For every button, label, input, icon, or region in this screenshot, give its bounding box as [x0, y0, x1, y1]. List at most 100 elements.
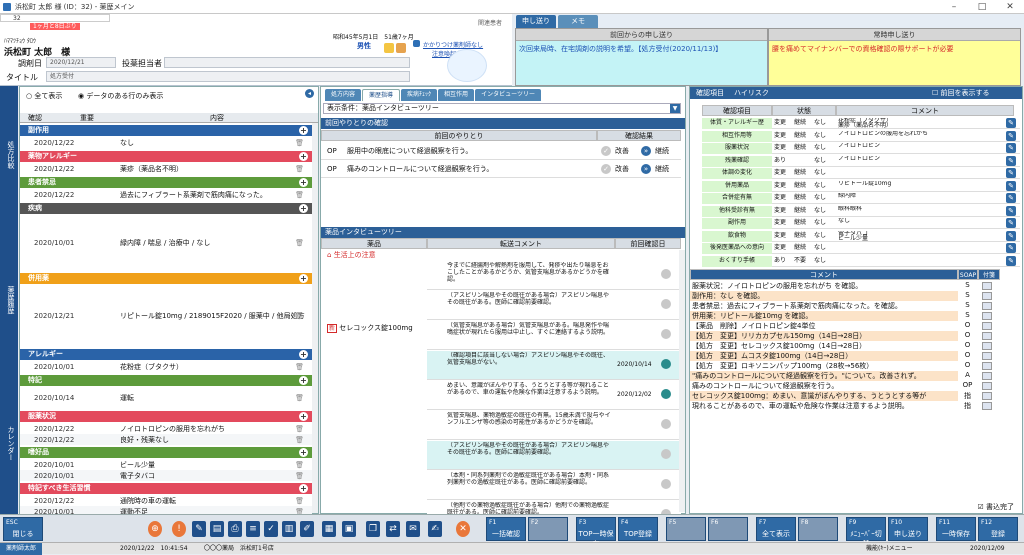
chart-icon[interactable]: ▥	[282, 521, 296, 537]
trash-icon[interactable]: 🗑	[295, 311, 304, 321]
soap-tag[interactable]: A	[961, 371, 974, 379]
check-row[interactable]: 他科受診有無 変更 継続 なし 眼科眼科 ✎	[702, 205, 1020, 217]
tab-handover[interactable]: 申し送り	[516, 15, 556, 28]
note-icon[interactable]: ✉	[406, 521, 420, 537]
soap-tag[interactable]: O	[961, 341, 974, 349]
pencil-icon[interactable]: ✎	[1006, 143, 1016, 153]
tab-interaction[interactable]: 相互作用	[438, 89, 475, 101]
check-status[interactable]: 継続	[794, 143, 806, 153]
sidenav-history[interactable]: 薬歴履歴	[2, 286, 16, 314]
add-icon[interactable]: +	[299, 412, 308, 421]
minimize-icon[interactable]: –	[940, 2, 968, 12]
tag-checkbox[interactable]	[982, 302, 992, 310]
check-status[interactable]: あり	[774, 156, 786, 166]
title-field[interactable]: 処方受付	[46, 71, 410, 82]
doc-icon[interactable]: ▤	[210, 521, 224, 537]
table-row[interactable]: 2020/12/22 通院時の車の運転 🗑	[20, 495, 312, 506]
left-scrollbar[interactable]	[312, 123, 318, 513]
target-icon[interactable]: ⊕	[148, 521, 162, 537]
comment-row[interactable]: 副作用：なし を確認。	[690, 291, 958, 301]
check-row[interactable]: 体調の変化 変更 継続 なし ✎	[702, 167, 1020, 179]
soap-tag[interactable]: S	[961, 281, 974, 289]
table-row[interactable]: 2020/12/22 ノイロトロピンの服用を忘れがち 🗑	[20, 423, 312, 434]
add-icon[interactable]: +	[299, 204, 308, 213]
check-status[interactable]: 不要	[794, 256, 806, 266]
trash-icon[interactable]: 🗑	[295, 424, 304, 434]
display-condition-select[interactable]: 表示条件：薬品インタビューツリー ▼	[323, 103, 681, 114]
check-status[interactable]: 継続	[794, 118, 806, 128]
pencil-icon[interactable]: ✎	[1006, 218, 1016, 228]
sidenav-calendar[interactable]: カレンダー	[2, 426, 16, 461]
check-status[interactable]: なし	[814, 193, 826, 203]
table-row[interactable]: 2020/12/22 なし 🗑	[20, 137, 312, 149]
pencil-icon[interactable]: ✎	[1006, 243, 1016, 253]
comment-row[interactable]: 【処方 変更】ムコスタ錠100mg（14日→28日）	[690, 351, 958, 361]
calendar-icon[interactable]: ▦	[322, 521, 336, 537]
check-status[interactable]: 継続	[794, 243, 806, 253]
check-row[interactable]: 飲食物 変更 継続 なし 電子タバコ ビール少量 ✎	[702, 230, 1020, 242]
comment-row[interactable]: 患者禁忌：過去にフィブラート系薬剤で筋肉痛になった。を確認。	[690, 301, 958, 311]
pencil-icon[interactable]: ✎	[1006, 180, 1016, 191]
check-row[interactable]: 服薬状況 変更 継続 なし ノイロトロピン ✎	[702, 142, 1020, 154]
add-icon[interactable]: +	[299, 376, 308, 385]
card-icon[interactable]	[384, 43, 394, 53]
check-circle-icon[interactable]	[661, 449, 671, 459]
check-status[interactable]: なし	[814, 256, 826, 266]
soap-tag[interactable]: 指	[961, 391, 974, 401]
fkey-f9[interactable]: F9ﾒﾆｭｰﾊﾞｰ切替	[846, 517, 886, 548]
trash-icon[interactable]: 🗑	[295, 190, 304, 200]
trash-icon[interactable]: 🗑	[295, 362, 304, 372]
table-row[interactable]: 2020/10/01 花粉症（ブタクサ） 🗑	[20, 361, 312, 373]
tree-item[interactable]: （アスピリン喘息やその既往がある場合）アスピリン喘息やその既往がある。医師に確認…	[427, 441, 681, 470]
tab-memo[interactable]: メモ	[558, 15, 598, 28]
family-pharmacist-link[interactable]: かかりつけ薬剤師なし	[423, 40, 483, 49]
check-status[interactable]: 継続	[794, 181, 806, 191]
soap-tag[interactable]: O	[961, 361, 974, 369]
panel-settings-icon[interactable]: ◂	[305, 89, 314, 98]
trash-icon[interactable]: 🗑	[295, 435, 304, 445]
pencil-icon[interactable]: ✎	[1006, 168, 1016, 178]
table-row[interactable]: 2020/10/14 運転 🗑	[20, 387, 312, 409]
close-button[interactable]: ESC 閉じる	[3, 517, 43, 541]
tab-prescription[interactable]: 処方内容	[325, 89, 362, 101]
memo-icon[interactable]: ✍	[428, 521, 442, 537]
table-row[interactable]: 2020/12/22 薬疹（薬品名不明） 🗑	[20, 163, 312, 175]
comment-row[interactable]: "痛みのコントロールについて経過観察を行う。"について。改善されず。	[690, 371, 958, 381]
check-status[interactable]: 変更	[774, 131, 786, 141]
tag-checkbox[interactable]	[982, 352, 992, 360]
comment-row[interactable]: 服薬状況：ノイロトロピンの服用を忘れがち を確認。	[690, 281, 958, 291]
maximize-icon[interactable]: □	[968, 2, 996, 12]
tab-interview-tree[interactable]: インタビューツリー	[475, 89, 541, 101]
check-circle-icon[interactable]	[661, 299, 671, 309]
tag-checkbox[interactable]	[982, 402, 992, 410]
tab-high-risk[interactable]: ハイリスク	[734, 88, 769, 98]
check-status[interactable]: 変更	[774, 231, 786, 241]
pencil-icon[interactable]: ✎	[1006, 205, 1016, 216]
dispense-date-field[interactable]: 2020/12/21	[46, 57, 116, 68]
pencil-icon[interactable]: ✎	[1006, 230, 1016, 241]
check-status[interactable]: 変更	[774, 118, 786, 128]
check-circle-icon[interactable]: ✓	[601, 146, 611, 156]
soap-tag[interactable]: O	[961, 331, 974, 339]
tree-item[interactable]: 今までに経腸剤や解熱剤を服用して、発疹や出たり喘息をおこしたことがあるかどうか、…	[427, 261, 681, 290]
show-previous-toggle[interactable]: ☐ 前回を表示する	[932, 88, 990, 98]
check-status[interactable]: なし	[814, 143, 826, 153]
soap-tag[interactable]: 指	[961, 401, 974, 411]
check-status[interactable]: 変更	[774, 168, 786, 178]
soap-tag[interactable]: OP	[961, 381, 974, 389]
comment-row[interactable]: 現れることがあるので、車の運転や危険な作業は注意するよう説明。	[690, 401, 958, 411]
comment-row[interactable]: 併用薬：リピトール錠10mg を確認。	[690, 311, 958, 321]
check-row[interactable]: 副作用 変更 継続 なし なし ✎	[702, 217, 1020, 229]
prev-row[interactable]: OP 服用中の眼底について経過観察を行う。 ✓ 改善 » 継続	[321, 143, 681, 160]
trash-icon[interactable]: 🗑	[295, 471, 304, 481]
radio-show-data[interactable]: ◉ データのある行のみ表示	[78, 91, 163, 101]
comment-row[interactable]: 【処方 変更】ロキソニンパップ100mg（28枚→56枚）	[690, 361, 958, 371]
tree-item[interactable]: （確認項目に該当しない場合）アスピリン喘息やその既往、気管支喘息がない。 2020…	[427, 351, 681, 380]
check-status[interactable]: なし	[814, 131, 826, 141]
family-icon[interactable]	[396, 43, 406, 53]
print-icon[interactable]: ⎙	[228, 521, 242, 537]
check-circle-icon[interactable]: »	[641, 146, 651, 156]
transfer-icon[interactable]: ⇄	[386, 521, 400, 537]
check-circle-icon[interactable]	[661, 389, 671, 399]
check-status[interactable]: なし	[814, 231, 826, 241]
